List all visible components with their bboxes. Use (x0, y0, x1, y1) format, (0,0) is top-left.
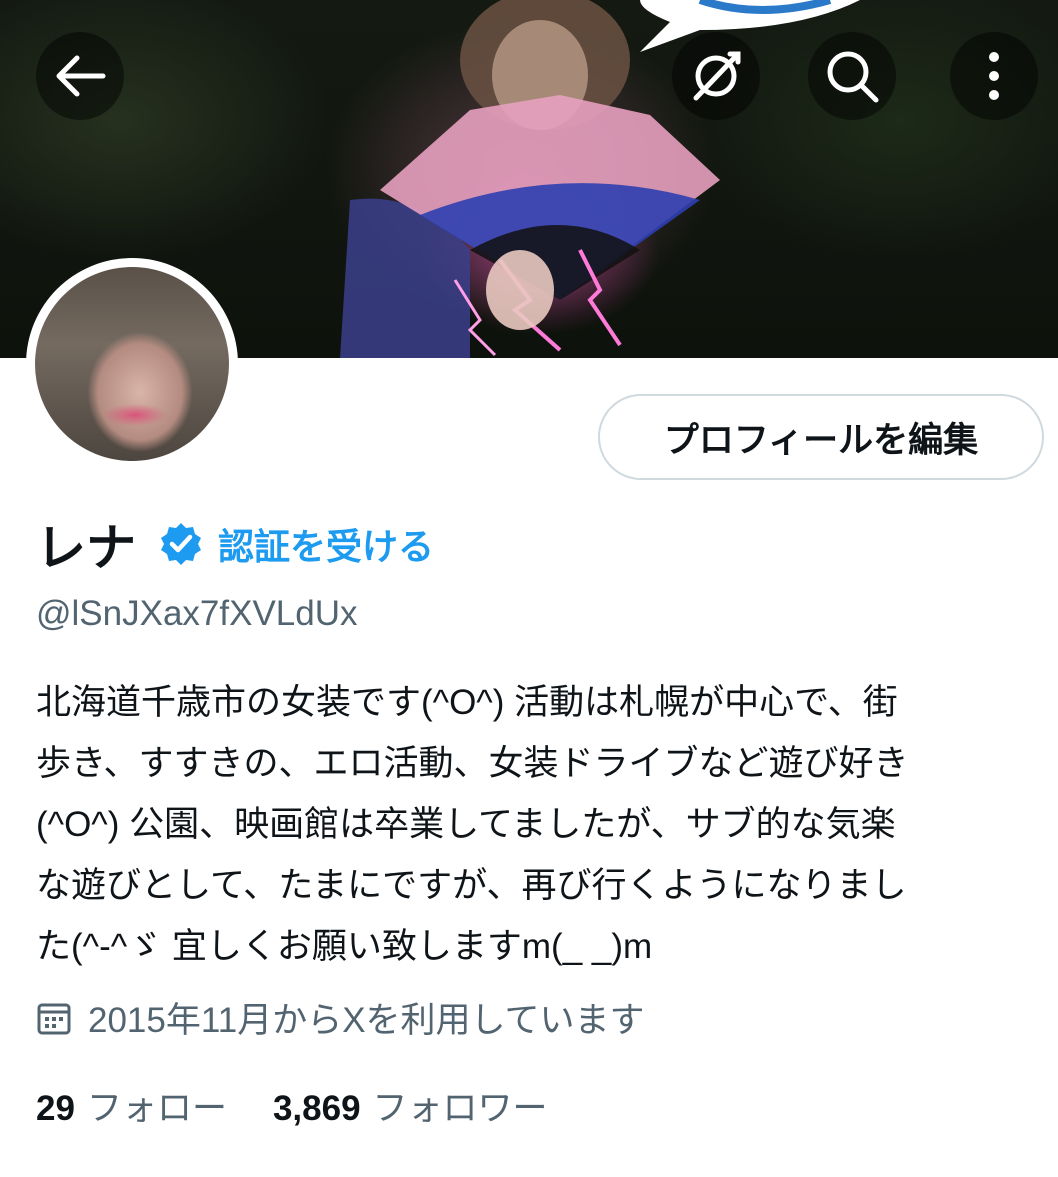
edit-profile-button[interactable]: プロフィールを編集 (598, 394, 1044, 480)
following-link[interactable]: 29 フォロー (36, 1080, 227, 1131)
joined-text: 2015年11月からXを利用しています (88, 1001, 645, 1040)
more-vertical-icon (989, 52, 999, 100)
display-name: レナ (36, 520, 136, 576)
profile-bio: 北海道千歳市の女装です(^O^) 活動は札幌が中心で、街 歩き、すすきの、エロ活… (36, 672, 1036, 977)
user-handle: @lSnJXax7fXVLdUx (36, 594, 358, 633)
bio-line: 歩き、すすきの、エロ活動、女装ドライブなど遊び好き (36, 744, 909, 783)
more-button[interactable] (950, 32, 1038, 120)
avatar-image (35, 267, 229, 461)
bio-line: (^O^) 公園、映画館は卒業してましたが、サブ的な気楽 (36, 805, 896, 844)
get-verified-label: 認証を受ける (218, 526, 435, 567)
profile-avatar[interactable] (26, 258, 238, 470)
bio-line: た(^-^ゞ 宜しくお願い致しますm(_ _)m (36, 927, 653, 966)
following-count: 29 (36, 1089, 75, 1128)
arrow-left-icon (56, 55, 106, 97)
followers-count: 3,869 (272, 1089, 361, 1128)
bio-line: な遊びとして、たまにですが、再び行くようになりまし (36, 866, 907, 905)
followers-label: フォロワー (372, 1089, 548, 1128)
rocket-compass-icon (693, 51, 741, 101)
bio-line: 北海道千歳市の女装です(^O^) 活動は札幌が中心で、街 (36, 683, 898, 722)
verified-badge-icon (161, 523, 201, 565)
followers-link[interactable]: 3,869 フォロワー (273, 1080, 548, 1131)
follow-stats: 29 フォロー 3,869 フォロワー (36, 1080, 548, 1131)
back-button[interactable] (36, 32, 124, 120)
following-label: フォロー (86, 1089, 227, 1128)
name-row: レナ 認証を受ける (36, 508, 434, 580)
get-verified-link[interactable]: 認証を受ける (158, 518, 434, 570)
search-icon (827, 51, 879, 103)
search-button[interactable] (808, 32, 896, 120)
spaces-button[interactable] (672, 32, 760, 120)
joined-date: 2015年11月からXを利用しています (36, 992, 645, 1043)
calendar-icon (37, 1003, 71, 1034)
